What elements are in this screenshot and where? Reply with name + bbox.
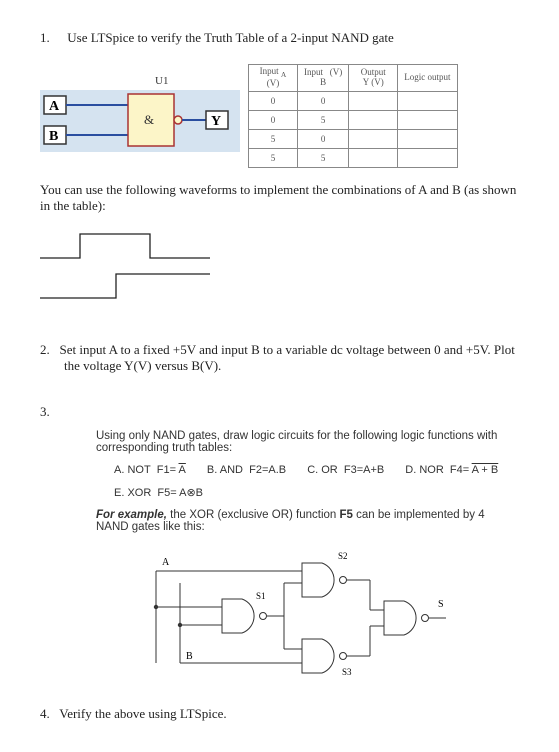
question-1: 1. Use LTSpice to verify the Truth Table… <box>40 30 519 46</box>
q3-number: 3. <box>40 404 64 420</box>
q3-intro: Using only NAND gates, draw logic circui… <box>96 430 519 454</box>
question-4: 4. Verify the above using LTSpice. <box>64 706 519 722</box>
xor-circuit-diagram: A B S1 S2 <box>126 543 519 686</box>
func-xor: E. XOR F5= A⊗B <box>114 486 203 499</box>
xor-label-s3: S3 <box>342 667 352 677</box>
waveform-diagram <box>40 228 519 312</box>
question-3: 3. Using only NAND gates, draw logic cir… <box>40 404 519 686</box>
gate-output-y: Y <box>211 114 221 129</box>
q1-text: Use LTSpice to verify the Truth Table of… <box>67 30 394 45</box>
th-input-a: Input A (V) <box>249 65 298 92</box>
q4-number: 4. <box>40 706 50 721</box>
gate-input-a: A <box>49 99 60 114</box>
function-list: A. NOT F1= A B. AND F2=A.B C. OR F3=A+B … <box>114 464 519 476</box>
xor-label-b: B <box>186 651 193 662</box>
xor-label-a: A <box>162 557 170 568</box>
th-output-y: Output Y (V) <box>349 65 398 92</box>
th-input-b: Input (V) B <box>298 65 349 92</box>
xor-label-s: S <box>438 599 444 610</box>
question-2: 2. Set input A to a fixed +5V and input … <box>64 342 519 374</box>
table-row: 5 0 <box>249 129 458 148</box>
q1-figure-row: U1 A B & Y Input A (V) Input <box>40 64 519 168</box>
xor-label-s1: S1 <box>256 591 266 601</box>
xor-example-text: For example, the XOR (exclusive OR) func… <box>96 509 519 533</box>
q1-number: 1. <box>40 30 64 46</box>
gate-label-u1: U1 <box>155 75 168 87</box>
func-or: C. OR F3=A+B <box>307 464 384 476</box>
xor-label-s2: S2 <box>338 551 348 561</box>
table-row: 0 0 <box>249 91 458 110</box>
q2-text: Set input A to a fixed +5V and input B t… <box>60 342 515 373</box>
th-logic-output: Logic output <box>398 65 457 92</box>
gate-symbol: & <box>144 112 154 127</box>
truth-table: Input A (V) Input (V) B Output Y (V) Log… <box>248 64 458 168</box>
nand-gate-diagram: U1 A B & Y <box>40 64 240 168</box>
func-nor: D. NOR F4= A + B <box>405 464 498 476</box>
q2-number: 2. <box>40 342 50 357</box>
func-not: A. NOT F1= A <box>114 464 186 476</box>
table-row: 5 5 <box>249 148 458 167</box>
gate-input-b: B <box>49 129 58 144</box>
table-row: 0 5 <box>249 110 458 129</box>
func-and: B. AND F2=A.B <box>207 464 286 476</box>
waveform-intro-text: You can use the following waveforms to i… <box>40 182 519 214</box>
function-list-2: E. XOR F5= A⊗B <box>114 486 519 499</box>
q4-text: Verify the above using LTSpice. <box>59 706 226 721</box>
